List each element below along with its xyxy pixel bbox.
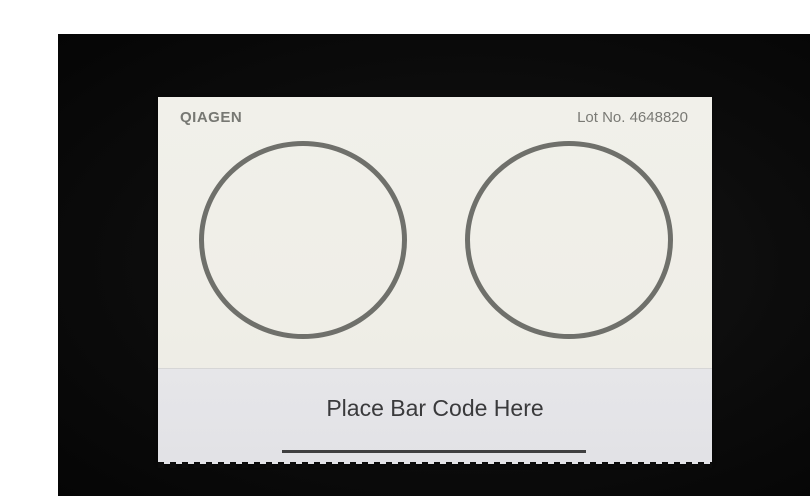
brand-label: QIAGEN xyxy=(180,109,243,126)
barcode-underline xyxy=(282,450,586,453)
barcode-label: Place Bar Code Here xyxy=(326,395,544,421)
sample-circle-right xyxy=(465,141,673,339)
sample-card: QIAGEN Lot No. 4648820 Place Bar Code He… xyxy=(158,97,712,468)
sample-circle-left xyxy=(199,141,407,339)
photo-scene: QIAGEN Lot No. 4648820 Place Bar Code He… xyxy=(0,0,810,496)
barcode-strip: Place Bar Code Here xyxy=(158,368,712,468)
lot-number: Lot No. 4648820 xyxy=(577,109,688,126)
perforated-edge xyxy=(158,462,712,468)
